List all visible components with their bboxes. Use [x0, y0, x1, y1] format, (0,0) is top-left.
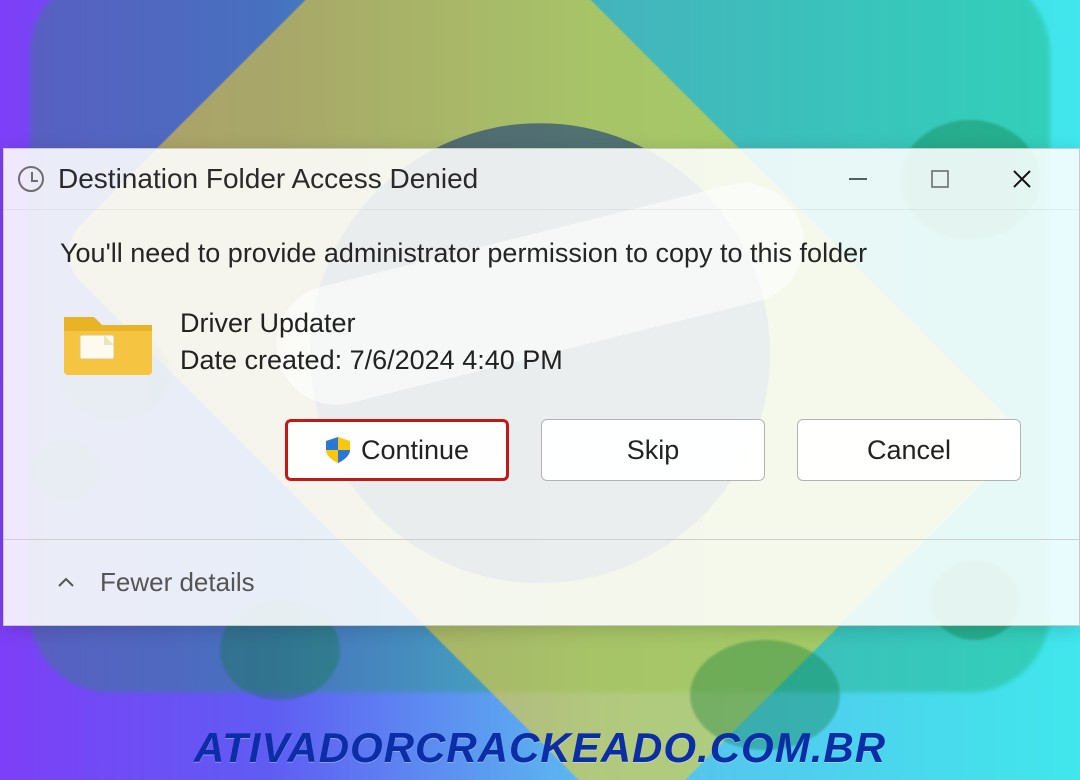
permission-message: You'll need to provide administrator per… [60, 238, 1031, 269]
maximize-button[interactable] [917, 159, 963, 199]
folder-date-created: Date created: 7/6/2024 4:40 PM [180, 345, 563, 376]
details-area: Fewer details [4, 539, 1079, 625]
button-row: Continue Skip Cancel [60, 419, 1031, 481]
close-button[interactable] [999, 159, 1045, 199]
dialog-body: You'll need to provide administrator per… [4, 209, 1079, 539]
watermark-text: ATIVADORCRACKEADO.COM.BR [0, 724, 1080, 772]
minimize-button[interactable] [835, 159, 881, 199]
continue-label: Continue [361, 435, 469, 466]
cancel-label: Cancel [867, 435, 951, 466]
clock-icon [18, 166, 44, 192]
chevron-up-icon[interactable] [56, 573, 76, 593]
uac-shield-icon [325, 436, 351, 464]
cancel-button[interactable]: Cancel [797, 419, 1021, 481]
dialog-title: Destination Folder Access Denied [58, 163, 835, 195]
window-controls [835, 159, 1073, 199]
access-denied-dialog: Destination Folder Access Denied You'll … [3, 148, 1080, 626]
fewer-details-toggle[interactable]: Fewer details [100, 567, 255, 598]
folder-info: Driver Updater Date created: 7/6/2024 4:… [60, 305, 1031, 379]
titlebar[interactable]: Destination Folder Access Denied [4, 149, 1079, 209]
skip-button[interactable]: Skip [541, 419, 765, 481]
folder-name: Driver Updater [180, 308, 563, 339]
continue-button[interactable]: Continue [285, 419, 509, 481]
folder-icon [60, 305, 156, 379]
skip-label: Skip [627, 435, 680, 466]
